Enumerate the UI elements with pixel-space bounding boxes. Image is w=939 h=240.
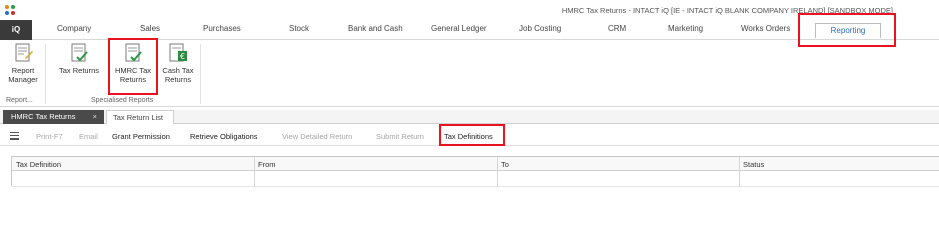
cash-tax-returns-icon: € [169, 43, 187, 62]
tab-crm[interactable]: CRM [608, 24, 626, 33]
group-label-specialised-reports: Specialised Reports [91, 97, 154, 104]
highlight-tax-definitions [439, 124, 505, 146]
doc-tab-label: HMRC Tax Returns [11, 112, 76, 121]
tax-returns-icon [71, 43, 88, 62]
column-header-to[interactable]: To [501, 160, 509, 169]
retrieve-obligations-button[interactable]: Retrieve Obligations [190, 132, 258, 141]
group-label-report: Report... [6, 97, 33, 104]
column-header-status[interactable]: Status [743, 160, 764, 169]
report-manager-button[interactable]: Report Manager [5, 42, 41, 84]
svg-text:€: € [180, 52, 185, 61]
report-manager-label-line1: Report [11, 66, 35, 75]
tab-stock[interactable]: Stock [289, 24, 309, 33]
grant-permission-button[interactable]: Grant Permission [112, 132, 170, 141]
ribbon-separator [200, 44, 201, 104]
document-tab-bar: HMRC Tax Returns × Tax Return List [0, 110, 939, 124]
tab-works-orders[interactable]: Works Orders [741, 24, 790, 33]
highlight-reporting-tab [798, 13, 896, 47]
cash-tax-returns-label-line2: Returns [164, 75, 192, 84]
column-divider [497, 157, 498, 187]
column-divider [254, 157, 255, 187]
tab-general-ledger[interactable]: General Ledger [431, 24, 487, 33]
doc-tab-hmrc-tax-returns[interactable]: HMRC Tax Returns × [3, 110, 104, 124]
cash-tax-returns-label-line1: Cash Tax [162, 66, 194, 75]
view-detailed-return-button[interactable]: View Detailed Return [282, 132, 352, 141]
print-button[interactable]: Print-F7 [36, 132, 63, 141]
tab-company[interactable]: Company [57, 24, 91, 33]
close-icon[interactable]: × [93, 110, 97, 124]
tax-returns-button[interactable]: Tax Returns [52, 42, 106, 75]
ribbon-separator [45, 44, 46, 104]
cash-tax-returns-button[interactable]: € Cash Tax Returns [160, 42, 196, 84]
tab-marketing[interactable]: Marketing [668, 24, 703, 33]
report-manager-icon [15, 43, 33, 62]
tax-returns-label: Tax Returns [58, 66, 100, 75]
tab-job-costing[interactable]: Job Costing [519, 24, 561, 33]
column-header-from[interactable]: From [258, 160, 276, 169]
tab-purchases[interactable]: Purchases [203, 24, 241, 33]
email-button[interactable]: Email [79, 132, 98, 141]
app-logo-icon [5, 5, 15, 15]
tab-sales[interactable]: Sales [140, 24, 160, 33]
table-row[interactable] [12, 172, 939, 187]
menu-icon[interactable] [10, 132, 19, 140]
report-manager-label-line2: Manager [8, 75, 38, 84]
tab-iq[interactable]: iQ [0, 20, 32, 40]
tab-bank-and-cash[interactable]: Bank and Cash [348, 24, 403, 33]
column-header-tax-definition[interactable]: Tax Definition [16, 160, 61, 169]
highlight-hmrc-tax-returns [108, 38, 158, 95]
tax-returns-grid: Tax Definition From To Status [11, 156, 939, 187]
doc-tab-tax-return-list[interactable]: Tax Return List [106, 110, 174, 124]
column-divider [739, 157, 740, 187]
submit-return-button[interactable]: Submit Return [376, 132, 424, 141]
grid-header-row: Tax Definition From To Status [12, 157, 939, 171]
